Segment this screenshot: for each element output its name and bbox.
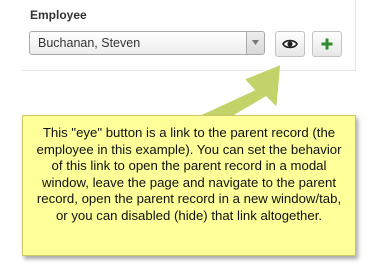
callout-text: This "eye" button is a link to the paren… — [36, 125, 342, 223]
explanation-callout: This "eye" button is a link to the paren… — [22, 115, 356, 256]
